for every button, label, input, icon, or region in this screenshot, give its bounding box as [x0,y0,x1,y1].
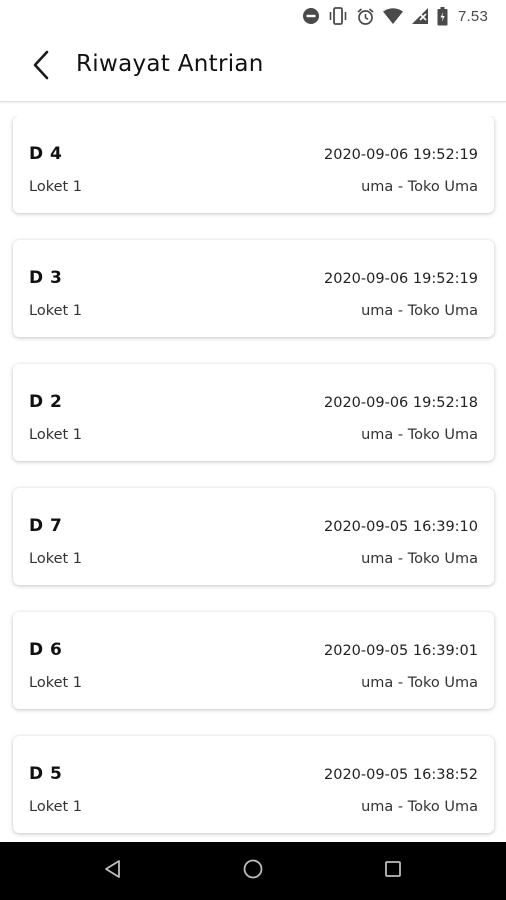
store-label: uma - Toko Uma [361,427,478,443]
system-nav-bar [0,842,506,900]
counter-label: Loket 1 [29,551,83,567]
store-label: uma - Toko Uma [361,551,478,567]
back-triangle-icon [103,859,123,884]
arrow-back-icon [30,49,52,86]
queue-datetime: 2020-09-05 16:39:10 [324,519,478,535]
queue-history-card[interactable]: D 3 2020-09-06 19:52:19 Loket 1 uma - To… [13,240,494,337]
store-label: uma - Toko Uma [361,303,478,319]
queue-history-card[interactable]: D 4 2020-09-06 19:52:19 Loket 1 uma - To… [13,116,494,213]
signal-icon [411,7,429,25]
queue-code: D 4 [29,144,63,164]
queue-history-card[interactable]: D 6 2020-09-05 16:39:01 Loket 1 uma - To… [13,612,494,709]
back-button[interactable] [20,46,62,88]
queue-history-card[interactable]: D 2 2020-09-06 19:52:18 Loket 1 uma - To… [13,364,494,461]
recents-square-icon [384,860,402,883]
counter-label: Loket 1 [29,303,83,319]
queue-code: D 6 [29,640,63,660]
app-bar: Riwayat Antrian [0,34,506,102]
nav-home-button[interactable] [238,856,268,886]
counter-label: Loket 1 [29,799,83,815]
battery-icon [437,6,448,26]
queue-code: D 3 [29,268,63,288]
do-not-disturb-icon [302,7,320,25]
counter-label: Loket 1 [29,427,83,443]
status-icons: 7.53 [302,6,488,26]
alarm-icon [356,7,375,26]
counter-label: Loket 1 [29,179,83,195]
queue-datetime: 2020-09-05 16:38:52 [324,767,478,783]
page-title: Riwayat Antrian [76,51,264,77]
queue-datetime: 2020-09-06 19:52:19 [324,271,478,287]
queue-history-card[interactable]: D 7 2020-09-05 16:39:10 Loket 1 uma - To… [13,488,494,585]
counter-label: Loket 1 [29,675,83,691]
nav-recents-button[interactable] [378,856,408,886]
queue-datetime: 2020-09-06 19:52:18 [324,395,478,411]
home-circle-icon [242,858,264,885]
queue-history-card[interactable]: D 5 2020-09-05 16:38:52 Loket 1 uma - To… [13,736,494,833]
queue-code: D 5 [29,764,63,784]
wifi-icon [383,8,403,24]
queue-code: D 2 [29,392,63,412]
queue-datetime: 2020-09-05 16:39:01 [324,643,478,659]
nav-back-button[interactable] [98,856,128,886]
queue-datetime: 2020-09-06 19:52:19 [324,147,478,163]
store-label: uma - Toko Uma [361,179,478,195]
vibrate-icon [328,7,348,25]
queue-code: D 7 [29,516,63,536]
status-time: 7.53 [458,7,488,25]
store-label: uma - Toko Uma [361,799,478,815]
queue-history-list[interactable]: D 4 2020-09-06 19:52:19 Loket 1 uma - To… [0,116,506,842]
status-bar: 7.53 [0,0,506,34]
store-label: uma - Toko Uma [361,675,478,691]
